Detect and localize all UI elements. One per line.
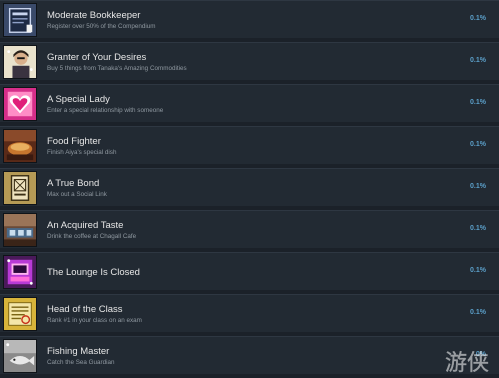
achievement-row[interactable]: A True Bond Max out a Social Link 0.1% [0,168,499,206]
achievement-description: Register over 50% of the Compendium [47,23,156,30]
exam-paper-icon [3,297,37,331]
achievement-description: Drink the coffee at Chagall Cafe [47,233,137,240]
achievement-percent: 0.1% [470,141,486,148]
achievement-title: Head of the Class [47,304,123,315]
achievement-description: Catch the Sea Guardian [47,359,115,366]
achievement-row[interactable]: Granter of Your Desires Buy 5 things fro… [0,42,499,80]
achievement-row[interactable]: Head of the Class Rank #1 in your class … [0,294,499,332]
achievement-row[interactable]: Food Fighter Finish Aiya's special dish … [0,126,499,164]
achievement-title: Food Fighter [47,136,101,147]
tanaka-portrait-icon [3,45,37,79]
achievement-title: Fishing Master [47,346,110,357]
achievement-title: A True Bond [47,178,100,189]
achievement-percent: 0.1% [470,267,486,274]
achievement-description: Buy 5 things from Tanaka's Amazing Commo… [47,65,187,72]
achievement-percent: 0.1% [470,57,486,64]
heart-icon [3,87,37,121]
achievement-percent: 0.1% [470,99,486,106]
achievement-description: Finish Aiya's special dish [47,149,117,156]
achievement-row[interactable]: The Lounge Is Closed 0.1% [0,252,499,290]
achievement-row[interactable]: Fishing Master Catch the Sea Guardian 0% [0,336,499,374]
compendium-book-icon [3,3,37,37]
achievement-title: An Acquired Taste [47,220,124,231]
achievement-title: A Special Lady [47,94,110,105]
achievement-title: The Lounge Is Closed [47,267,140,278]
achievement-percent: 0.1% [470,15,486,22]
social-link-card-icon [3,171,37,205]
achievement-percent: 0.1% [470,183,486,190]
achievement-row[interactable]: Moderate Bookkeeper Register over 50% of… [0,0,499,38]
achievement-percent: 0.1% [470,309,486,316]
achievement-row[interactable]: An Acquired Taste Drink the coffee at Ch… [0,210,499,248]
achievement-description: Rank #1 in your class on an exam [47,317,142,324]
food-bowl-icon [3,129,37,163]
lounge-icon [3,255,37,289]
achievement-row[interactable]: A Special Lady Enter a special relations… [0,84,499,122]
fishing-catch-icon [3,339,37,373]
achievement-title: Granter of Your Desires [47,52,147,63]
achievement-list: Moderate Bookkeeper Register over 50% of… [0,0,499,378]
achievement-percent: 0.1% [470,225,486,232]
achievement-description: Max out a Social Link [47,191,107,198]
achievement-description: Enter a special relationship with someon… [47,107,164,114]
coffee-cafe-icon [3,213,37,247]
youxia-watermark-logo: 游侠 [443,346,493,376]
achievement-title: Moderate Bookkeeper [47,10,141,21]
svg-text:游侠: 游侠 [445,351,489,376]
